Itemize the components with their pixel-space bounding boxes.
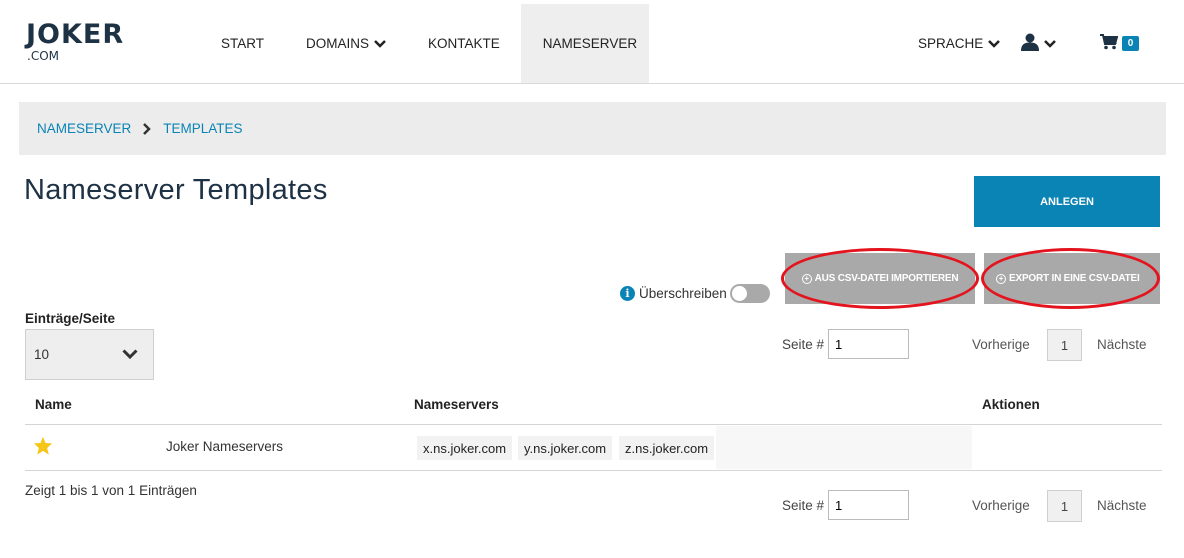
page-number-label: Seite # bbox=[782, 336, 825, 352]
cart-icon bbox=[1100, 34, 1119, 53]
star-icon[interactable] bbox=[33, 436, 53, 460]
chevron-down-icon bbox=[988, 36, 1001, 51]
breadcrumb: NAMESERVER TEMPLATES bbox=[19, 102, 1166, 155]
chevron-down-icon bbox=[1044, 36, 1056, 51]
table-summary: Zeigt 1 bis 1 von 1 Einträgen bbox=[25, 483, 197, 498]
nameserver-tag: z.ns.joker.com bbox=[619, 436, 715, 460]
nav-start[interactable]: START bbox=[200, 4, 285, 83]
toggle-knob bbox=[731, 286, 747, 301]
cart-button[interactable]: 0 bbox=[1100, 4, 1139, 83]
import-csv-button[interactable]: + AUS CSV-DATEI IMPORTIEREN bbox=[785, 253, 975, 304]
chevron-down-icon bbox=[122, 347, 138, 362]
page-jump-top: Seite # bbox=[782, 328, 910, 360]
previous-page-link[interactable]: Vorherige bbox=[972, 337, 1030, 352]
table-divider bbox=[25, 470, 1162, 471]
column-header-actions: Aktionen bbox=[982, 397, 1040, 412]
column-header-nameservers[interactable]: Nameservers bbox=[414, 397, 499, 412]
top-header: JOKER .COM START DOMAINS KONTAKTE NAMESE… bbox=[0, 0, 1184, 84]
import-csv-label: AUS CSV-DATEI IMPORTIEREN bbox=[814, 273, 959, 284]
overwrite-toggle[interactable] bbox=[729, 284, 770, 303]
language-label: SPRACHE bbox=[918, 36, 984, 51]
entries-per-page-label: Einträge/Seite bbox=[25, 311, 116, 326]
breadcrumb-nameserver[interactable]: NAMESERVER bbox=[37, 121, 131, 136]
nav-domains[interactable]: DOMAINS bbox=[285, 4, 407, 83]
logo-subtext: .COM bbox=[27, 49, 59, 63]
cart-count-badge: 0 bbox=[1122, 36, 1139, 51]
plus-circle-icon: + bbox=[801, 273, 812, 284]
nav-nameserver-label: NAMESERVER bbox=[542, 36, 638, 51]
nav-kontakte-label: KONTAKTE bbox=[428, 36, 500, 51]
next-page-link[interactable]: Nächste bbox=[1097, 337, 1147, 352]
user-icon bbox=[1021, 33, 1039, 54]
joker-logo[interactable]: JOKER .COM bbox=[26, 19, 125, 63]
current-page-button[interactable]: 1 bbox=[1047, 490, 1082, 522]
current-page-button[interactable]: 1 bbox=[1047, 329, 1082, 361]
nav-nameserver[interactable]: NAMESERVER bbox=[520, 4, 649, 83]
create-template-button[interactable]: ANLEGEN bbox=[974, 176, 1160, 227]
nav-domains-label: DOMAINS bbox=[306, 36, 370, 51]
chevron-down-icon bbox=[374, 36, 386, 51]
entries-per-page-value: 10 bbox=[34, 347, 50, 362]
user-menu[interactable] bbox=[1021, 4, 1056, 83]
page-number-label: Seite # bbox=[782, 497, 825, 513]
page-title: Nameserver Templates bbox=[24, 174, 328, 206]
nameserver-tag: y.ns.joker.com bbox=[518, 436, 613, 460]
overwrite-label: Überschreiben bbox=[639, 286, 727, 301]
page-number-input[interactable] bbox=[828, 490, 910, 520]
nameserver-tag: x.ns.joker.com bbox=[417, 436, 513, 460]
info-icon[interactable]: i bbox=[620, 286, 635, 301]
overwrite-option: i Überschreiben bbox=[620, 284, 770, 303]
page-number-input[interactable] bbox=[828, 329, 910, 359]
main-nav: START DOMAINS KONTAKTE NAMESERVER bbox=[200, 4, 649, 83]
breadcrumb-templates[interactable]: TEMPLATES bbox=[163, 121, 242, 136]
entries-per-page-select[interactable]: 10 bbox=[25, 329, 154, 380]
template-name[interactable]: Joker Nameservers bbox=[166, 439, 283, 454]
column-header-name[interactable]: Name bbox=[35, 397, 72, 412]
actions-cell bbox=[716, 426, 972, 469]
next-page-link[interactable]: Nächste bbox=[1097, 498, 1147, 513]
previous-page-link[interactable]: Vorherige bbox=[972, 498, 1030, 513]
export-csv-label: EXPORT IN EINE CSV-DATEI bbox=[1009, 273, 1140, 284]
nav-start-label: START bbox=[221, 36, 265, 51]
page-jump-bottom: Seite # bbox=[782, 489, 910, 521]
nav-kontakte[interactable]: KONTAKTE bbox=[407, 4, 521, 83]
logo-text: JOKER bbox=[26, 19, 125, 50]
chevron-right-icon bbox=[143, 122, 152, 135]
export-csv-button[interactable]: + EXPORT IN EINE CSV-DATEI bbox=[984, 253, 1160, 304]
language-menu[interactable]: SPRACHE bbox=[918, 4, 1001, 83]
plus-circle-icon: + bbox=[996, 273, 1006, 284]
